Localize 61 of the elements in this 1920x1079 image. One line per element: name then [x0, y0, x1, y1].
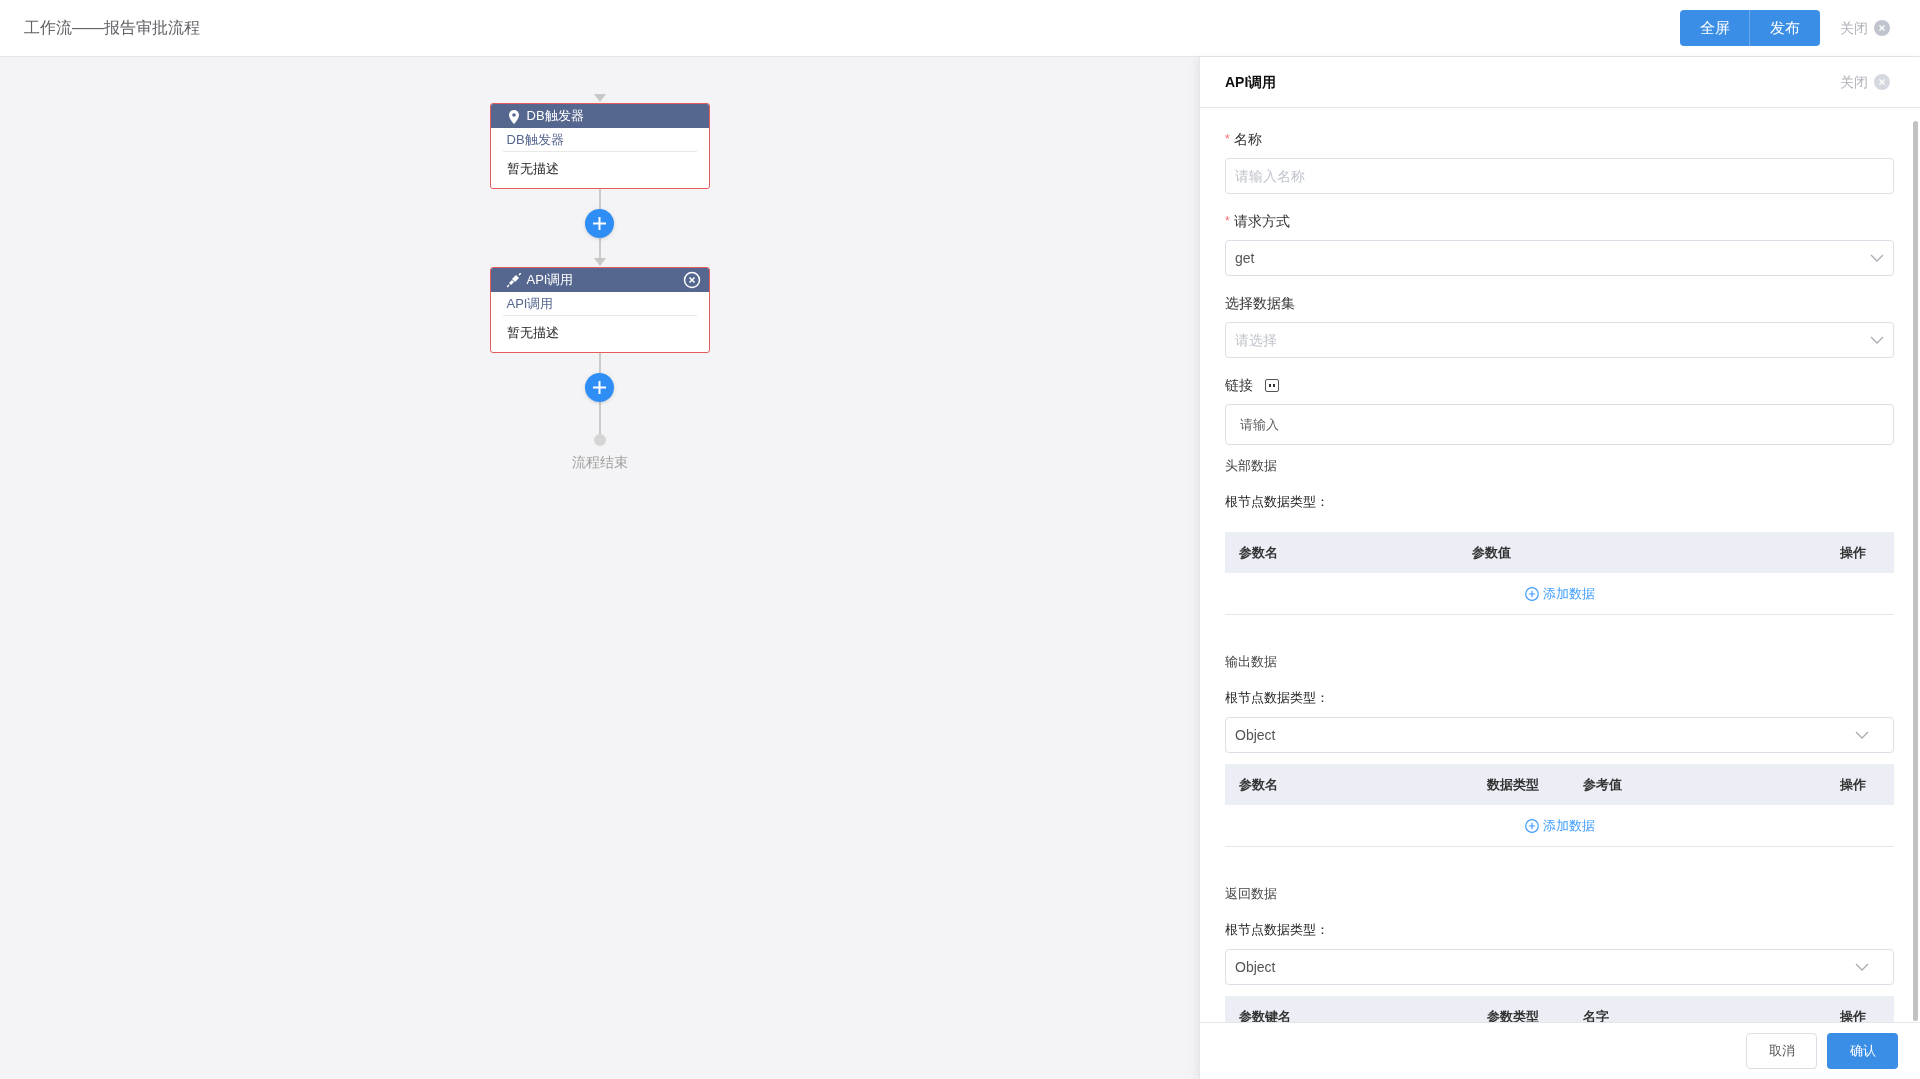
toolbar-button[interactable]: 发布 — [1750, 10, 1820, 46]
close-icon[interactable] — [1874, 20, 1890, 36]
plus-circle-icon — [1524, 818, 1539, 833]
section-title: 头部数据 — [1225, 457, 1278, 475]
column-header: 参数值 — [1472, 543, 1512, 562]
add-node-button[interactable] — [585, 373, 614, 402]
field-label: 请求方式 — [1233, 211, 1290, 231]
node-description: 暂无描述 — [506, 160, 560, 178]
arrow-down-icon — [593, 94, 606, 102]
node-name: API调用 — [502, 292, 697, 316]
add-data-link[interactable]: 添加数据 — [1524, 583, 1595, 604]
column-header: 参数名 — [1239, 775, 1279, 794]
select-field[interactable]: get — [1225, 240, 1894, 276]
input-field[interactable]: 请输入 — [1225, 404, 1894, 445]
panel-title: API调用 — [1225, 72, 1278, 92]
add-node-button[interactable] — [585, 209, 614, 238]
close-link[interactable]: 关闭 — [1840, 71, 1868, 93]
chevron-down-icon — [1855, 731, 1869, 739]
flow-node[interactable]: API调用 API调用 暂无描述 — [489, 267, 710, 353]
plus-circle-icon — [1524, 586, 1539, 601]
quote-icon[interactable] — [1265, 378, 1279, 392]
node-title: DB触发器 — [526, 107, 585, 126]
required-mark: * — [1225, 131, 1230, 148]
column-header: 操作 — [1840, 543, 1867, 562]
end-label: 流程结束 — [571, 453, 628, 472]
location-pin-icon — [506, 108, 521, 124]
select-field[interactable]: Object — [1225, 717, 1894, 753]
page-title: 工作流——报告审批流程 — [24, 18, 200, 38]
chevron-down-icon — [1870, 336, 1884, 344]
field-label: 根节点数据类型： — [1225, 921, 1330, 939]
cancel-button[interactable]: 取消 — [1746, 1033, 1817, 1069]
confirm-button[interactable]: 确认 — [1827, 1033, 1898, 1069]
section-title: 输出数据 — [1225, 653, 1278, 671]
node-title: API调用 — [526, 271, 575, 290]
column-header: 操作 — [1840, 1007, 1867, 1022]
node-name: DB触发器 — [502, 128, 697, 152]
column-header: 数据类型 — [1487, 775, 1540, 794]
column-header: 操作 — [1840, 775, 1867, 794]
add-data-link[interactable]: 添加数据 — [1524, 815, 1595, 836]
select-field[interactable]: 请选择 — [1225, 322, 1894, 358]
field-label: 根节点数据类型： — [1225, 493, 1330, 511]
chevron-down-icon — [1855, 963, 1869, 971]
field-label: 根节点数据类型： — [1225, 689, 1330, 707]
close-link[interactable]: 关闭 — [1840, 17, 1868, 39]
section-title: 返回数据 — [1225, 885, 1278, 903]
column-header: 参数名 — [1239, 543, 1279, 562]
column-header: 名字 — [1583, 1007, 1610, 1022]
node-description: 暂无描述 — [506, 324, 560, 342]
plug-icon — [506, 272, 521, 288]
toolbar-button[interactable]: 全屏 — [1680, 10, 1750, 46]
select-field[interactable]: Object — [1225, 949, 1894, 985]
field-label: 链接 — [1225, 375, 1253, 395]
column-header: 参考值 — [1583, 775, 1623, 794]
chevron-down-icon — [1870, 254, 1884, 262]
field-label: 名称 — [1233, 129, 1262, 149]
required-mark: * — [1225, 213, 1230, 230]
input-field[interactable]: 请输入名称 — [1225, 158, 1894, 194]
scrollbar-thumb[interactable] — [1913, 121, 1918, 1021]
delete-icon[interactable] — [682, 271, 701, 289]
flow-node[interactable]: DB触发器 DB触发器 暂无描述 — [489, 103, 710, 189]
field-label: 选择数据集 — [1225, 293, 1295, 313]
